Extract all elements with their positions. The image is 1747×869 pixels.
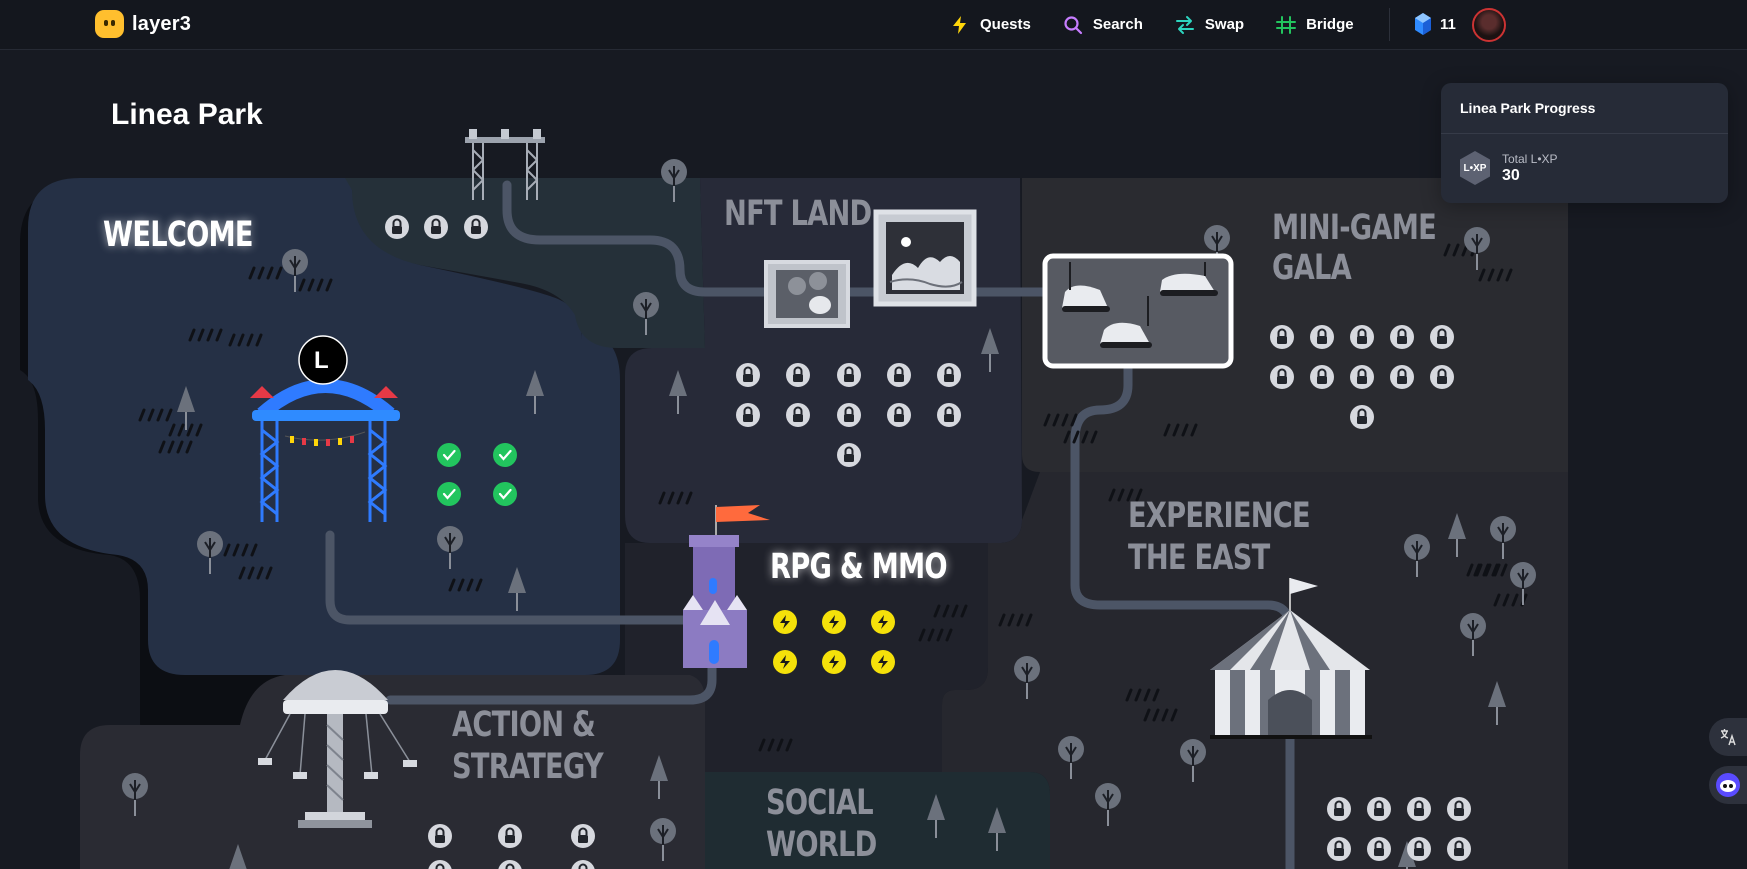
locked-quest-marker[interactable]	[1270, 325, 1294, 349]
zone-title-experience-1[interactable]: EXPERIENCE	[1128, 494, 1311, 538]
locked-quest-marker[interactable]	[1350, 365, 1374, 389]
nft-frame-large	[873, 209, 977, 307]
lightning-icon	[953, 15, 966, 34]
locked-quest-marker[interactable]	[1447, 837, 1471, 861]
logo-text: layer3	[132, 12, 192, 35]
locked-quest-marker[interactable]	[1327, 797, 1351, 821]
nav-bridge-label: Bridge	[1306, 16, 1354, 33]
layer3-logo-icon	[95, 10, 124, 38]
locked-quest-marker[interactable]	[1350, 325, 1374, 349]
zone-title-social-1[interactable]: SOCIAL	[766, 781, 874, 825]
nav-quests[interactable]: Quests	[950, 15, 1031, 35]
nav-quests-label: Quests	[980, 16, 1031, 33]
locked-quest-marker[interactable]	[424, 215, 448, 239]
bridge-icon	[1276, 15, 1297, 34]
zone-title-experience-2[interactable]: THE EAST	[1128, 536, 1270, 580]
available-quest-marker[interactable]	[773, 610, 797, 634]
user-avatar[interactable]	[1472, 8, 1506, 42]
locked-quest-marker[interactable]	[736, 403, 760, 427]
top-navigation-bar: layer3 Quests Search Swap Bridge 11	[0, 0, 1747, 50]
gem-balance[interactable]: 11	[1414, 12, 1456, 36]
lxp-icon: L•XP	[1460, 151, 1490, 185]
search-icon	[1064, 15, 1082, 34]
nav-swap[interactable]: Swap	[1175, 15, 1244, 35]
page-title: Linea Park	[111, 98, 263, 131]
available-quest-marker[interactable]	[773, 650, 797, 674]
available-quest-marker[interactable]	[822, 650, 846, 674]
locked-quest-marker[interactable]	[887, 363, 911, 387]
locked-quest-marker[interactable]	[571, 824, 595, 848]
main-nav: Quests Search Swap Bridge	[950, 0, 1354, 49]
locked-quest-marker[interactable]	[1390, 365, 1414, 389]
locked-quest-marker[interactable]	[1407, 837, 1431, 861]
zone-title-mini-game-1[interactable]: MINI-GAME	[1272, 206, 1437, 250]
zone-title-social-2[interactable]: WORLD	[766, 823, 877, 867]
locked-quest-marker[interactable]	[837, 363, 861, 387]
zone-title-mini-game-2[interactable]: GALA	[1272, 246, 1352, 290]
bumper-cars-attraction	[1042, 253, 1234, 369]
locked-quest-marker[interactable]	[428, 824, 452, 848]
locked-quest-marker[interactable]	[937, 403, 961, 427]
nft-frame-small	[764, 260, 850, 328]
locked-quest-marker[interactable]	[1327, 837, 1351, 861]
locked-quest-marker[interactable]	[786, 403, 810, 427]
nav-search[interactable]: Search	[1063, 15, 1143, 35]
nav-bridge[interactable]: Bridge	[1276, 15, 1354, 35]
progress-card-title: Linea Park Progress	[1441, 83, 1728, 134]
zone-title-action-2[interactable]: STRATEGY	[452, 745, 604, 789]
locked-quest-marker[interactable]	[1407, 797, 1431, 821]
gem-count-value: 11	[1440, 15, 1456, 33]
locked-quest-marker[interactable]	[837, 443, 861, 467]
completed-quest-marker[interactable]	[493, 443, 517, 467]
available-quest-marker[interactable]	[822, 610, 846, 634]
locked-quest-marker[interactable]	[1310, 325, 1334, 349]
zone-title-nft-land[interactable]: NFT LAND	[724, 192, 872, 236]
progress-label: Total L•XP	[1502, 151, 1558, 166]
locked-quest-marker[interactable]	[1430, 325, 1454, 349]
logo[interactable]: layer3	[95, 10, 191, 38]
locked-quest-marker[interactable]	[1367, 837, 1391, 861]
zone-title-rpg[interactable]: RPG & MMO	[770, 545, 948, 589]
translate-icon	[1720, 729, 1736, 746]
assistant-button[interactable]	[1709, 766, 1747, 804]
zone-title-welcome[interactable]: WELCOME	[103, 213, 254, 257]
locked-quest-marker[interactable]	[736, 363, 760, 387]
locked-quest-marker[interactable]	[1367, 797, 1391, 821]
park-progress-card: Linea Park Progress L•XP Total L•XP 30	[1441, 83, 1728, 203]
nav-swap-label: Swap	[1204, 16, 1245, 33]
available-quest-marker[interactable]	[871, 610, 895, 634]
completed-quest-marker[interactable]	[437, 482, 461, 506]
swap-icon	[1175, 15, 1194, 34]
locked-quest-marker[interactable]	[887, 403, 911, 427]
locked-quest-marker[interactable]	[837, 403, 861, 427]
locked-quest-marker[interactable]	[464, 215, 488, 239]
gate-logo-letter: L	[314, 347, 329, 374]
locked-quest-marker[interactable]	[1310, 365, 1334, 389]
locked-quest-marker[interactable]	[1390, 325, 1414, 349]
available-quest-marker[interactable]	[871, 650, 895, 674]
completed-quest-marker[interactable]	[493, 482, 517, 506]
assistant-face-icon	[1716, 773, 1740, 797]
locked-quest-marker[interactable]	[385, 215, 409, 239]
nav-divider	[1389, 8, 1390, 41]
gem-icon	[1415, 13, 1431, 35]
locked-quest-marker[interactable]	[786, 363, 810, 387]
locked-quest-marker[interactable]	[1270, 365, 1294, 389]
locked-quest-marker[interactable]	[1447, 797, 1471, 821]
locked-quest-marker[interactable]	[498, 824, 522, 848]
locked-quest-marker[interactable]	[1350, 405, 1374, 429]
nav-search-label: Search	[1092, 16, 1143, 33]
zone-title-action-1[interactable]: ACTION &	[452, 703, 596, 747]
locked-quest-marker[interactable]	[937, 363, 961, 387]
completed-quest-marker[interactable]	[437, 443, 461, 467]
translate-button[interactable]	[1709, 718, 1747, 756]
progress-value: 30	[1502, 166, 1520, 184]
locked-quest-marker[interactable]	[1430, 365, 1454, 389]
progress-total: L•XP Total L•XP 30	[1460, 151, 1558, 185]
